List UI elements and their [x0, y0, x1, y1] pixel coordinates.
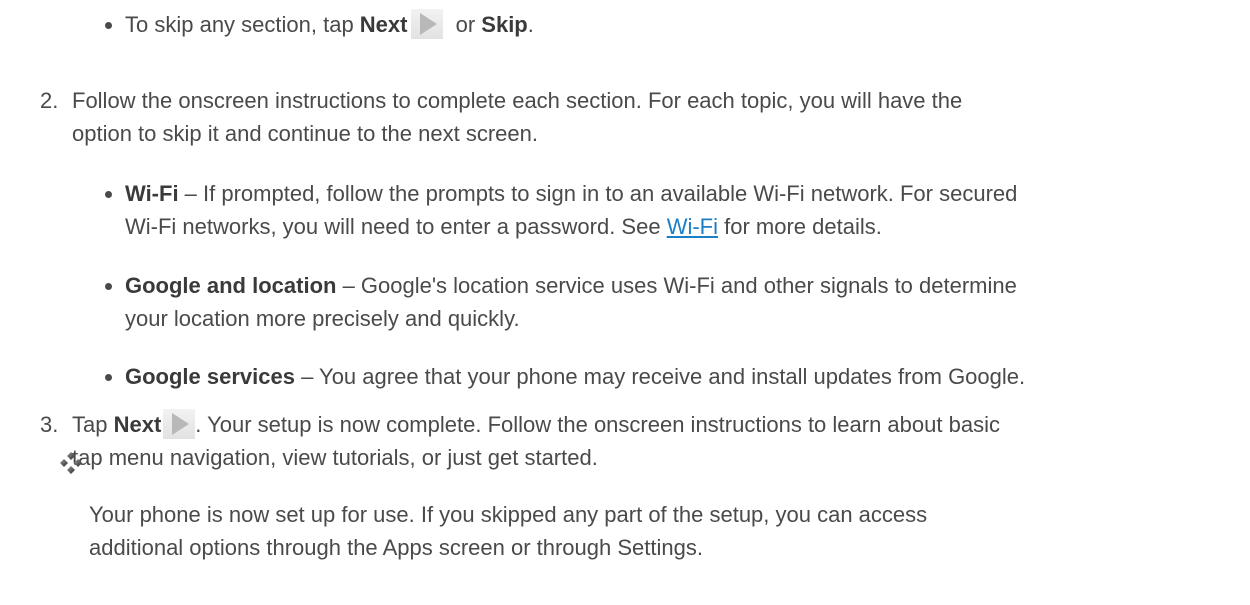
bullet-dot: [105, 22, 112, 29]
wifi-term: Wi-Fi: [125, 181, 179, 206]
location-line1: Google and location – Google's location …: [125, 273, 1017, 298]
step2-line2: option to skip it and continue to the ne…: [72, 121, 538, 146]
bullet-dot: [105, 191, 112, 198]
skip-section-text: To skip any section, tap Next or Skip.: [125, 8, 534, 41]
skip-label: Skip: [481, 12, 528, 37]
step3-line1: Tap Next. Your setup is now complete. Fo…: [72, 408, 1000, 441]
next-label: Next: [113, 412, 162, 437]
bullet-dot: [105, 374, 112, 381]
location-term: Google and location: [125, 273, 337, 298]
location-line2: your location more precisely and quickly…: [125, 306, 520, 331]
four-diamond-icon: [60, 452, 82, 474]
wifi-line1: Wi-Fi – If prompted, follow the prompts …: [125, 181, 1018, 206]
next-arrow-icon: [163, 409, 196, 439]
step-number-2: 2.: [40, 88, 59, 113]
step-number-3: 3.: [40, 412, 59, 437]
next-label: Next: [359, 12, 408, 37]
note-line1: Your phone is now set up for use. If you…: [89, 502, 928, 527]
services-term: Google services: [125, 364, 295, 389]
step3-line2: tap menu navigation, view tutorials, or …: [72, 445, 598, 470]
note-line2: additional options through the Apps scre…: [89, 535, 703, 560]
bullet-dot: [105, 283, 112, 290]
step2-line1: Follow the onscreen instructions to comp…: [72, 88, 963, 113]
wifi-line2: Wi-Fi networks, you will need to enter a…: [125, 214, 882, 239]
wifi-link[interactable]: Wi-Fi: [667, 214, 718, 239]
next-arrow-icon: [411, 9, 444, 39]
services-line1: Google services – You agree that your ph…: [125, 364, 1026, 389]
